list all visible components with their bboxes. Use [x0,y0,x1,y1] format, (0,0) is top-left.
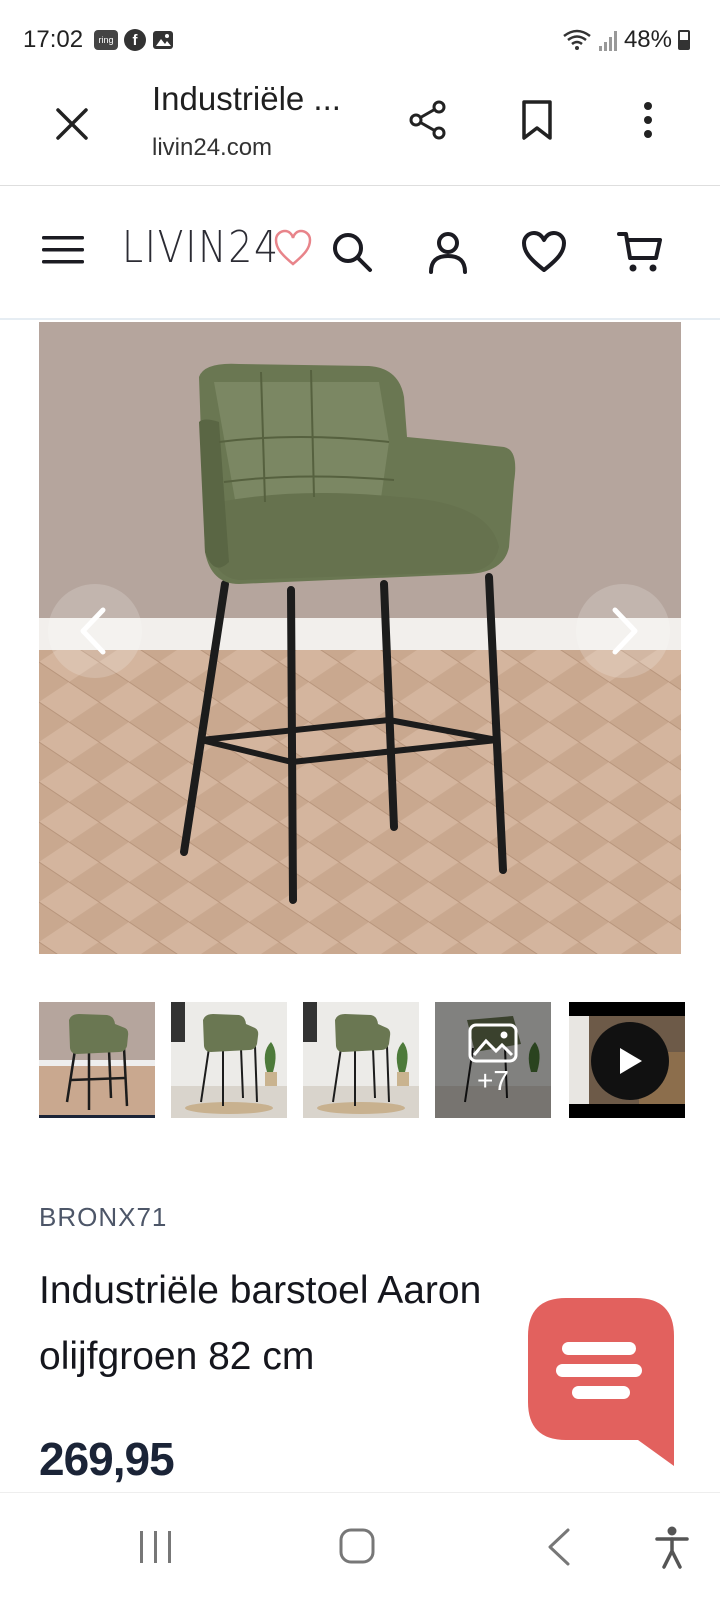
thumbnail-1[interactable] [39,1002,155,1118]
system-navigation-bar [0,1492,720,1600]
thumbnail-more-images[interactable]: +7 [435,1002,551,1118]
play-icon [620,1048,642,1074]
heart-icon[interactable] [520,228,568,276]
product-sku: BRONX71 [39,1202,168,1232]
menu-icon[interactable] [42,234,84,266]
browser-toolbar: Industriële ... livin24.com [0,72,720,186]
battery-percentage: 48% [623,26,672,53]
status-time: 17:02 [23,26,84,53]
thumbnail-image [303,1002,419,1118]
more-vert-icon[interactable] [626,98,670,142]
product-title: Industriële barstoel Aaron olijfgroen 82… [39,1269,482,1378]
next-image-button[interactable] [576,584,670,678]
system-status: 48% [562,26,690,54]
product-price: 269,95 [39,1433,175,1485]
site-header: LIVIN24 [0,186,720,320]
thumbnail-video[interactable] [569,1002,685,1118]
accessibility-icon[interactable] [654,1525,690,1569]
back-icon[interactable] [544,1527,574,1567]
share-icon[interactable] [406,98,450,142]
notification-icons: ring f [94,29,174,51]
status-bar: 17:02 ring f 48% [0,0,720,80]
thumbnail-strip: +7 [39,1002,685,1120]
user-icon[interactable] [424,228,472,276]
play-video-button[interactable] [591,1022,669,1100]
chevron-left-icon [80,607,106,655]
thumbnail-2[interactable] [171,1002,287,1118]
previous-image-button[interactable] [48,584,142,678]
thumbnail-image [39,1002,155,1115]
thumbnail-image [171,1002,287,1118]
chevron-right-icon [612,607,638,655]
gallery-notification-icon [153,31,173,49]
signal-icon [598,31,617,51]
ring-app-icon: ring [94,30,118,50]
cart-icon[interactable] [616,228,664,276]
recent-apps-icon[interactable] [138,1529,174,1565]
home-icon[interactable] [338,1527,376,1565]
site-logo[interactable]: LIVIN24 [122,222,313,273]
image-gallery-icon [468,1023,518,1063]
close-icon[interactable] [50,102,94,146]
more-images-count: +7 [477,1065,509,1096]
bookmark-icon[interactable] [515,98,559,142]
logo-text: LIVIN24 [122,222,280,273]
page-title: Industriële ... [152,80,341,117]
search-icon[interactable] [328,228,376,276]
thumbnail-3[interactable] [303,1002,419,1118]
battery-icon [678,30,690,50]
more-images-overlay: +7 [435,1002,551,1118]
page-url: livin24.com [152,134,273,161]
facebook-icon: f [124,29,146,51]
wifi-icon [563,29,591,50]
chat-button[interactable] [528,1298,674,1466]
